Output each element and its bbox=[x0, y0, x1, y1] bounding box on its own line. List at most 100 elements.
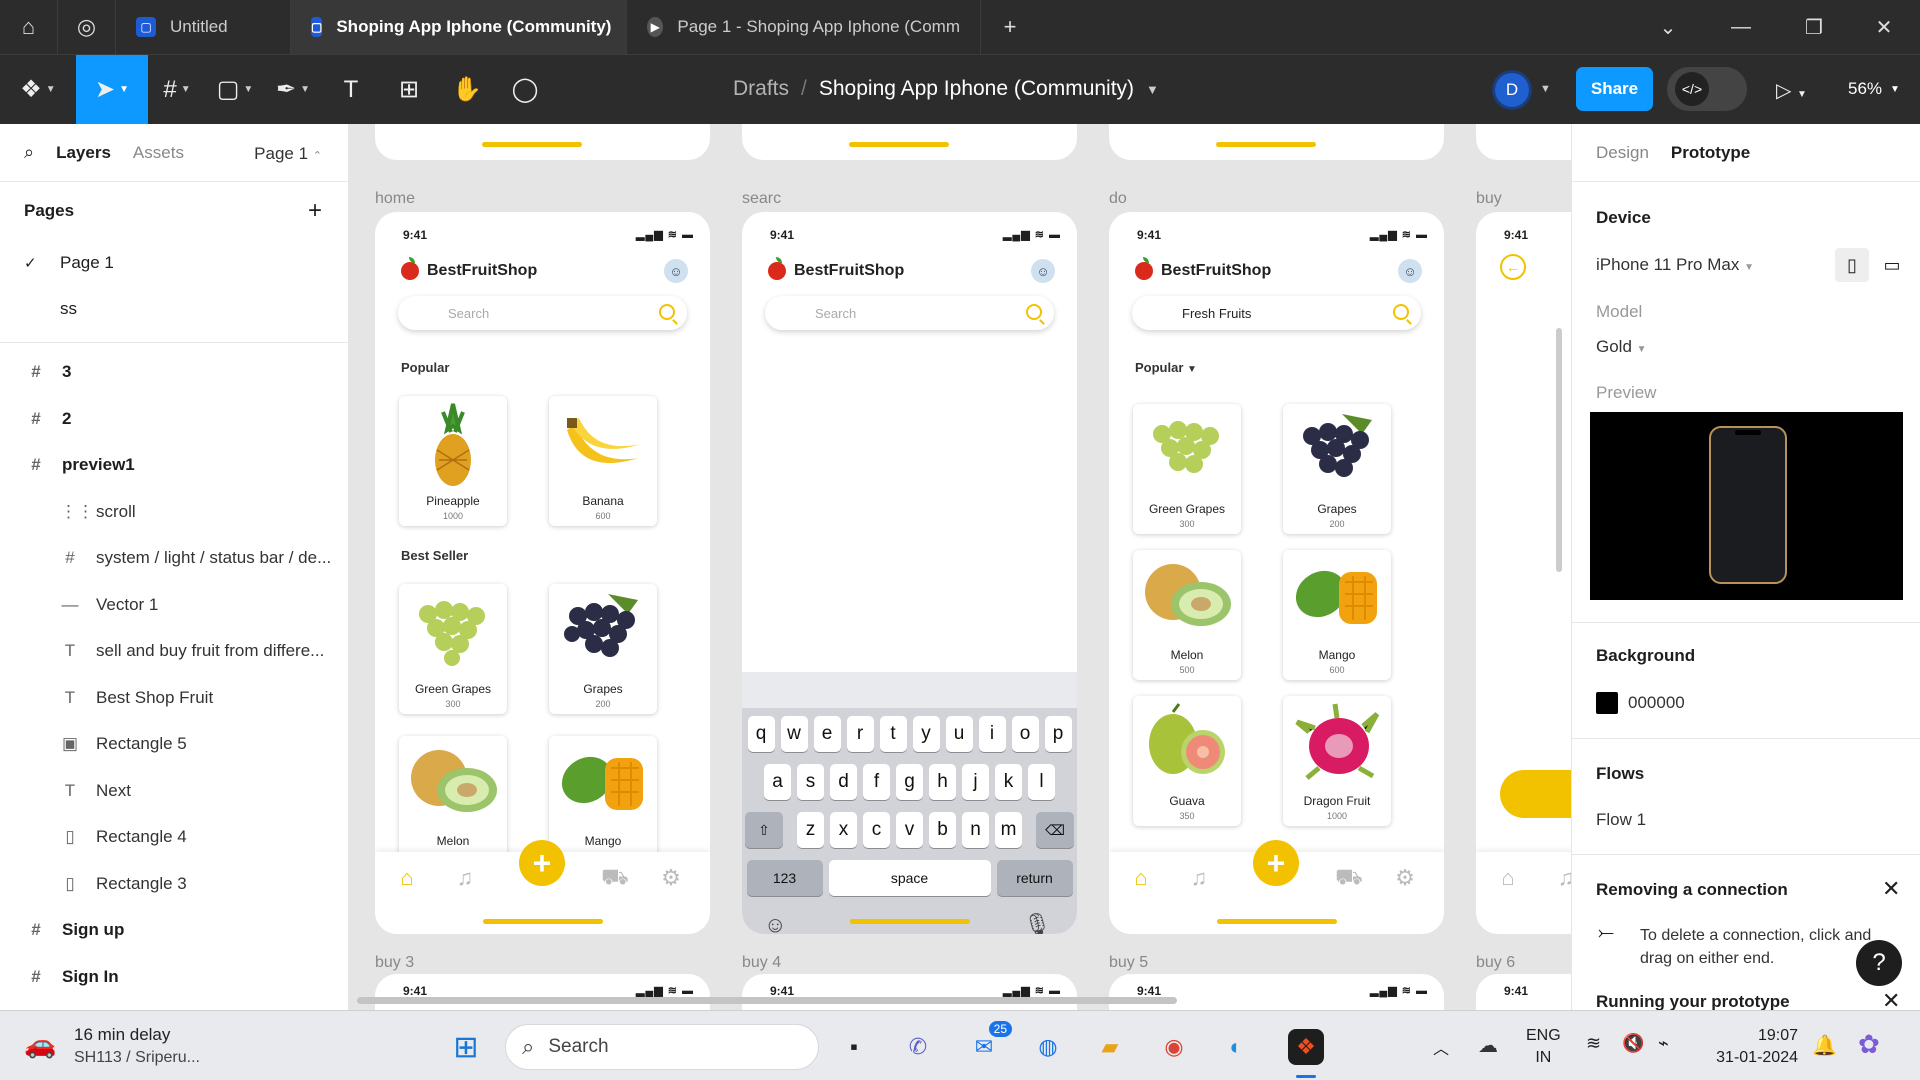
layer-item[interactable]: # preview1 bbox=[0, 442, 348, 489]
key[interactable]: l bbox=[1028, 764, 1055, 800]
user-avatar-icon[interactable]: ☺ bbox=[664, 259, 688, 283]
tab-assets[interactable]: Assets bbox=[133, 143, 184, 163]
resources-icon[interactable]: ⊞ bbox=[380, 55, 438, 125]
chevron-down-icon[interactable]: ▼ bbox=[1540, 83, 1551, 95]
frame-label[interactable]: buy bbox=[1476, 190, 1502, 208]
file-name[interactable]: Shoping App Iphone (Community) bbox=[819, 77, 1134, 101]
edge-icon[interactable]: ◐ bbox=[1218, 1029, 1254, 1065]
frame-buy4[interactable]: 9:41 ▂▄▆ ≋ ▬ bbox=[742, 974, 1077, 1010]
landscape-icon[interactable]: ▭ bbox=[1875, 248, 1909, 282]
main-menu-icon[interactable]: ❖ ▼ bbox=[0, 55, 76, 125]
add-button[interactable]: + bbox=[519, 840, 565, 886]
tab-layers[interactable]: Layers bbox=[56, 143, 111, 163]
share-button[interactable]: Share bbox=[1576, 67, 1653, 111]
frame-top-partial[interactable] bbox=[1476, 124, 1571, 160]
help-button[interactable]: ? bbox=[1856, 940, 1902, 986]
key[interactable]: y bbox=[912, 716, 940, 752]
restore-icon[interactable]: ❐ bbox=[1778, 0, 1850, 54]
zoom-control[interactable]: 56% ▼ bbox=[1848, 54, 1900, 124]
backspace-key[interactable]: ⌫ bbox=[1036, 812, 1074, 848]
home-icon[interactable]: ⌂ bbox=[393, 864, 421, 892]
wifi-icon[interactable]: ≋ bbox=[1586, 1033, 1601, 1054]
product-card[interactable]: Guava 350 bbox=[1133, 696, 1241, 826]
key[interactable]: g bbox=[896, 764, 923, 800]
model-select[interactable]: Gold ▼ bbox=[1596, 337, 1647, 357]
frame-buy5[interactable]: 9:41 ▂▄▆ ≋ ▬ bbox=[1109, 974, 1444, 1010]
layer-item[interactable]: # system / light / status bar / de... bbox=[0, 535, 348, 582]
comment-tool-icon[interactable]: ◯ bbox=[496, 55, 554, 125]
frame-buy[interactable]: 9:41 ← ⌂ ♫ bbox=[1476, 212, 1571, 934]
search-icon[interactable] bbox=[659, 304, 675, 320]
layer-item[interactable]: ▣ Rectangle 5 bbox=[0, 721, 348, 768]
frame-label[interactable]: do bbox=[1109, 190, 1127, 208]
key[interactable]: d bbox=[830, 764, 857, 800]
search-input[interactable]: Search bbox=[765, 296, 1054, 330]
key[interactable]: j bbox=[962, 764, 989, 800]
space-key[interactable]: space bbox=[828, 860, 991, 896]
frame-home[interactable]: 9:41 ▂▄▆ ≋ ▬ BestFruitShop ☺ Search Popula… bbox=[375, 212, 710, 934]
key[interactable]: r bbox=[846, 716, 874, 752]
settings-icon[interactable]: ⚙ bbox=[1391, 864, 1419, 892]
product-card[interactable]: Grapes 200 bbox=[549, 584, 657, 714]
scrollbar[interactable] bbox=[1556, 328, 1562, 572]
tab-design[interactable]: Design bbox=[1596, 143, 1649, 163]
horizontal-scrollbar[interactable] bbox=[357, 997, 1177, 1004]
background-hex[interactable]: 000000 bbox=[1628, 693, 1685, 713]
frame-label[interactable]: searc bbox=[742, 190, 781, 208]
product-card[interactable]: Melon 500 bbox=[1133, 550, 1241, 680]
clock[interactable]: 19:07 31-01-2024 bbox=[1700, 1025, 1798, 1069]
key[interactable]: c bbox=[863, 812, 890, 848]
key[interactable]: u bbox=[945, 716, 973, 752]
new-tab-icon[interactable]: + bbox=[981, 0, 1039, 54]
teams-icon[interactable]: ✆ bbox=[900, 1029, 936, 1065]
app-icon[interactable]: ◍ bbox=[1030, 1029, 1066, 1065]
windows-start-icon[interactable]: ⊞ bbox=[448, 1029, 484, 1065]
tab-untitled[interactable]: ▢ Untitled bbox=[116, 0, 291, 54]
key[interactable]: w bbox=[780, 716, 808, 752]
frame-do[interactable]: 9:41 ▂▄▆ ≋ ▬ BestFruitShop ☺ Fresh Fruits … bbox=[1109, 212, 1444, 934]
frame-top-partial[interactable] bbox=[1109, 124, 1444, 160]
home-icon[interactable]: ⌂ bbox=[1494, 864, 1522, 892]
mute-icon[interactable]: 🔇 bbox=[1622, 1033, 1644, 1054]
frame-label[interactable]: buy 5 bbox=[1109, 954, 1148, 972]
product-card[interactable]: Mango bbox=[549, 736, 657, 866]
user-avatar[interactable]: D bbox=[1495, 73, 1529, 107]
chrome-icon[interactable]: ◉ bbox=[1156, 1029, 1192, 1065]
frame-label[interactable]: buy 4 bbox=[742, 954, 781, 972]
key[interactable]: n bbox=[962, 812, 989, 848]
microphone-icon[interactable]: 🎙 bbox=[1023, 912, 1051, 934]
key[interactable]: o bbox=[1011, 716, 1039, 752]
flow-item[interactable]: Flow 1 bbox=[1596, 810, 1646, 830]
shape-tool-icon[interactable]: ▢ ▼ bbox=[206, 55, 264, 125]
key[interactable]: v bbox=[896, 812, 923, 848]
emoji-icon[interactable]: ☺ bbox=[764, 912, 786, 934]
home-icon[interactable]: ⌂ bbox=[0, 0, 58, 54]
settings-icon[interactable]: ⚙ bbox=[657, 864, 685, 892]
search-input[interactable]: Search bbox=[398, 296, 687, 330]
product-card[interactable]: Melon 500 bbox=[399, 736, 507, 866]
product-card[interactable]: Green Grapes 300 bbox=[1133, 404, 1241, 534]
close-icon[interactable]: ✕ bbox=[1882, 876, 1900, 902]
chevron-up-icon[interactable]: ︿ bbox=[1433, 1035, 1449, 1059]
bell-icon[interactable]: ♫ bbox=[451, 864, 479, 892]
taskbar-search[interactable]: ⌕ Search bbox=[505, 1024, 819, 1070]
add-button[interactable]: + bbox=[1253, 840, 1299, 886]
search-icon[interactable] bbox=[1026, 304, 1042, 320]
product-card[interactable]: Banana 600 bbox=[549, 396, 657, 526]
chevron-down-icon[interactable]: ⌄ bbox=[1632, 0, 1704, 54]
key[interactable]: k bbox=[995, 764, 1022, 800]
traffic-status[interactable]: 16 min delay bbox=[74, 1025, 170, 1045]
frame-buy6[interactable]: 9:41 bbox=[1476, 974, 1571, 1010]
search-icon[interactable]: ⌕ bbox=[24, 142, 34, 163]
buy-button[interactable] bbox=[1500, 770, 1571, 818]
window-close-icon[interactable]: ✕ bbox=[1848, 0, 1920, 54]
frame-top-partial[interactable] bbox=[742, 124, 1077, 160]
key[interactable]: i bbox=[978, 716, 1006, 752]
numbers-key[interactable]: 123 bbox=[746, 860, 823, 896]
key[interactable]: b bbox=[929, 812, 956, 848]
layer-item[interactable]: T Next bbox=[0, 768, 348, 815]
layer-item[interactable]: # Sign up bbox=[0, 907, 348, 954]
pen-tool-icon[interactable]: ✒ ▼ bbox=[264, 55, 322, 125]
dev-mode-toggle[interactable]: </> bbox=[1667, 67, 1747, 111]
add-page-icon[interactable]: + bbox=[308, 197, 322, 225]
